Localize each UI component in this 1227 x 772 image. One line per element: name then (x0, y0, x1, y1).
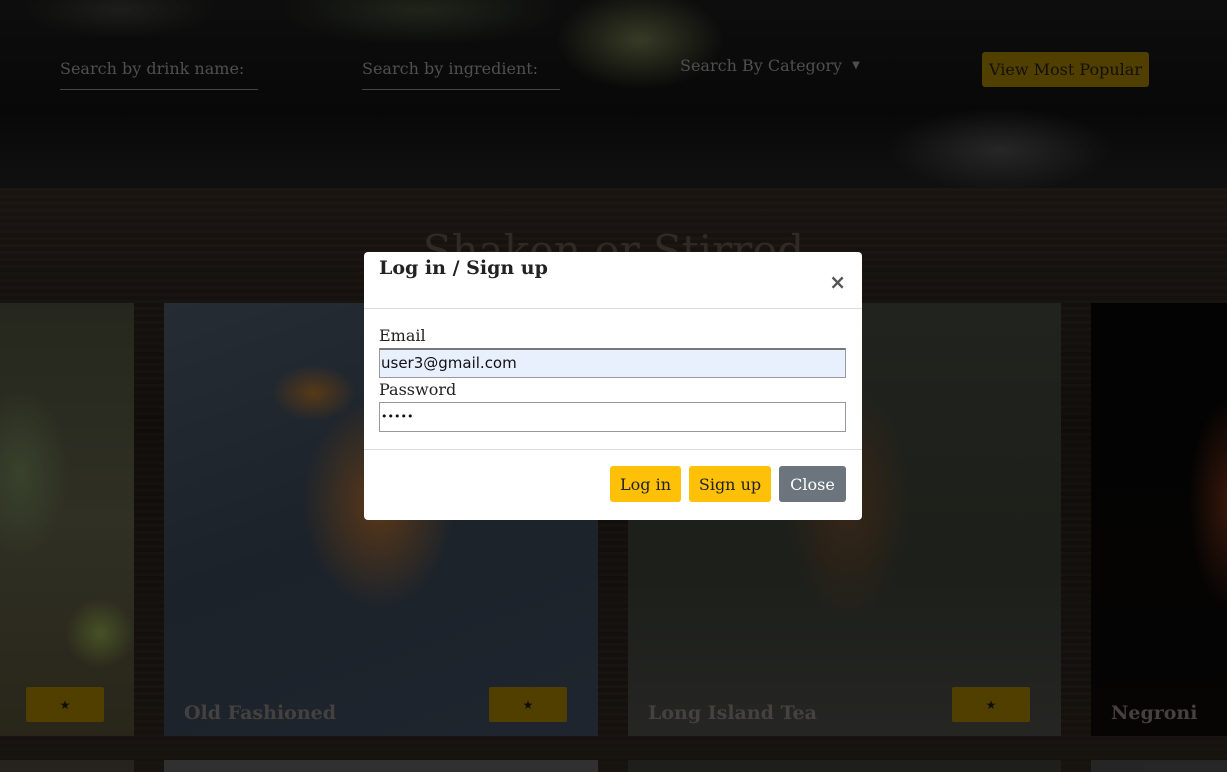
modal-title: Log in / Sign up (379, 257, 548, 279)
close-icon[interactable]: × (829, 270, 846, 294)
password-label: Password (379, 380, 457, 399)
email-label: Email (379, 326, 426, 345)
email-field[interactable]: user3@gmail.com (379, 348, 846, 378)
close-button[interactable]: Close (779, 466, 846, 502)
login-modal: Log in / Sign up × Email user3@gmail.com… (364, 252, 862, 520)
password-field[interactable]: ••••• (379, 402, 846, 432)
log-in-button[interactable]: Log in (610, 466, 681, 502)
modal-body: Email user3@gmail.com Password ••••• (364, 309, 862, 450)
sign-up-button[interactable]: Sign up (689, 466, 771, 502)
modal-header: Log in / Sign up × (364, 252, 862, 309)
